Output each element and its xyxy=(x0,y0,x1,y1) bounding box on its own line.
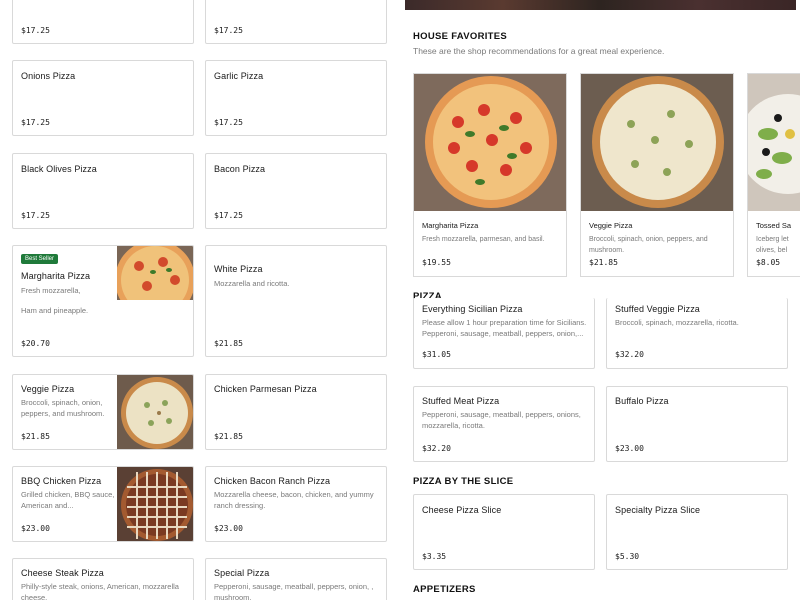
item-price: $17.25 xyxy=(214,118,243,127)
pizza-image xyxy=(581,74,733,211)
house-favorites-subtitle: These are the shop recommendations for a… xyxy=(413,46,665,56)
item-name: Chicken Parmesan Pizza xyxy=(214,384,317,394)
item-price: $17.25 xyxy=(214,211,243,220)
menu-item-card[interactable]: $17.25 xyxy=(205,0,387,44)
item-name: BBQ Chicken Pizza xyxy=(21,476,102,486)
pizza-thumbnail xyxy=(117,467,193,541)
item-description: Pepperoni, sausage, meatball, peppers, o… xyxy=(214,582,374,600)
item-price: $31.05 xyxy=(422,350,451,359)
menu-item-card[interactable]: $17.25 xyxy=(12,0,194,44)
item-price: $21.85 xyxy=(214,339,243,348)
item-price: $23.00 xyxy=(615,444,644,453)
pizza-thumbnail xyxy=(117,375,193,449)
item-name: Chicken Bacon Ranch Pizza xyxy=(214,476,331,486)
item-description: Grilled chicken, BBQ sauce, American and… xyxy=(21,490,115,510)
menu-item-card[interactable]: Special Pizza Pepperoni, sausage, meatba… xyxy=(205,558,387,600)
menu-item-card[interactable]: Buffalo Pizza $23.00 xyxy=(606,386,788,462)
item-description: Broccoli, spinach, onion, peppers, and m… xyxy=(589,236,708,254)
menu-item-card[interactable]: Stuffed Veggie Pizza Broccoli, spinach, … xyxy=(606,298,788,369)
item-price: $17.25 xyxy=(21,211,50,220)
pizza-image xyxy=(414,74,566,211)
item-description: Philly-style steak, onions, American, mo… xyxy=(21,582,179,600)
item-description: Mozzarella cheese, bacon, chicken, and y… xyxy=(214,490,374,510)
menu-item-card[interactable]: Chicken Bacon Ranch Pizza Mozzarella che… xyxy=(205,466,387,542)
item-price: $19.55 xyxy=(422,258,451,267)
item-price: $21.85 xyxy=(589,258,618,267)
menu-item-card[interactable]: Veggie Pizza Broccoli, spinach, onion, p… xyxy=(12,374,194,450)
menu-item-card[interactable]: Chicken Parmesan Pizza $21.85 xyxy=(205,374,387,450)
item-name: Margharita Pizza xyxy=(21,271,91,281)
favorite-card[interactable]: Tossed Sa Iceberg let olives, bel $8.05 xyxy=(747,73,800,277)
item-description: Fresh mozzarella, xyxy=(21,286,81,295)
item-name: Cheese Steak Pizza xyxy=(21,568,104,578)
item-price: $17.25 xyxy=(21,26,50,35)
house-favorites-heading: HOUSE FAVORITES xyxy=(413,31,508,42)
item-description: Ham and pineapple. xyxy=(21,306,89,315)
item-price: $3.35 xyxy=(422,552,447,561)
item-description: Broccoli, spinach, mozzarella, ricotta. xyxy=(615,318,739,327)
slice-section-heading: PIZZA BY THE SLICE xyxy=(413,476,514,487)
appetizers-section-heading: APPETIZERS xyxy=(413,584,476,595)
item-name: Tossed Sa xyxy=(756,221,792,230)
favorite-card[interactable]: Margharita Pizza Fresh mozzarella, parme… xyxy=(413,73,567,277)
favorite-card[interactable]: Veggie Pizza Broccoli, spinach, onion, p… xyxy=(580,73,734,277)
item-description: Please allow 1 hour preparation time for… xyxy=(422,318,587,338)
item-price: $5.30 xyxy=(615,552,640,561)
best-seller-badge: Best Seller xyxy=(21,254,59,264)
item-price: $32.20 xyxy=(615,350,644,359)
item-description: Pepperoni, sausage, meatball, peppers, o… xyxy=(422,410,581,430)
menu-item-card[interactable]: Onions Pizza $17.25 xyxy=(12,60,194,136)
menu-item-card[interactable]: BBQ Chicken Pizza Grilled chicken, BBQ s… xyxy=(12,466,194,542)
item-description: Mozzarella and ricotta. xyxy=(214,279,290,288)
menu-item-card[interactable]: Best Seller Margharita Pizza Fresh mozza… xyxy=(12,245,194,357)
item-name: Onions Pizza xyxy=(21,71,76,81)
menu-item-card[interactable]: White Pizza Mozzarella and ricotta. $21.… xyxy=(205,245,387,357)
item-price: $17.25 xyxy=(214,26,243,35)
hero-image xyxy=(405,0,796,10)
item-name: White Pizza xyxy=(214,264,263,274)
item-price: $8.05 xyxy=(756,258,781,267)
salad-image xyxy=(748,74,800,211)
item-price: $17.25 xyxy=(21,118,50,127)
menu-item-card[interactable]: Garlic Pizza $17.25 xyxy=(205,60,387,136)
item-name: Specialty Pizza Slice xyxy=(615,505,701,515)
menu-item-card[interactable]: Black Olives Pizza $17.25 xyxy=(12,153,194,229)
menu-item-card[interactable]: Stuffed Meat Pizza Pepperoni, sausage, m… xyxy=(413,386,595,462)
item-name: Garlic Pizza xyxy=(214,71,264,81)
item-price: $20.70 xyxy=(21,339,50,348)
menu-item-card[interactable]: Cheese Steak Pizza Philly-style steak, o… xyxy=(12,558,194,600)
item-name: Everything Sicilian Pizza xyxy=(422,304,523,314)
item-name: Margharita Pizza xyxy=(422,221,479,230)
item-price: $21.85 xyxy=(214,432,243,441)
item-price: $23.00 xyxy=(21,524,50,533)
item-name: Veggie Pizza xyxy=(21,384,75,394)
item-name: Veggie Pizza xyxy=(589,221,633,230)
menu-item-card[interactable]: Bacon Pizza $17.25 xyxy=(205,153,387,229)
item-name: Buffalo Pizza xyxy=(615,396,669,406)
item-price: $21.85 xyxy=(21,432,50,441)
item-name: Special Pizza xyxy=(214,568,270,578)
item-name: Bacon Pizza xyxy=(214,164,266,174)
pizza-thumbnail xyxy=(117,246,193,300)
item-name: Stuffed Meat Pizza xyxy=(422,396,500,406)
item-price: $32.20 xyxy=(422,444,451,453)
menu-item-card[interactable]: Cheese Pizza Slice $3.35 xyxy=(413,494,595,570)
item-name: Stuffed Veggie Pizza xyxy=(615,304,700,314)
item-description: Fresh mozzarella, parmesan, and basil. xyxy=(422,236,545,243)
menu-item-card[interactable]: Everything Sicilian Pizza Please allow 1… xyxy=(413,298,595,369)
item-name: Black Olives Pizza xyxy=(21,164,97,174)
item-description: Iceberg let olives, bel xyxy=(756,236,789,254)
item-name: Cheese Pizza Slice xyxy=(422,505,502,515)
item-price: $23.00 xyxy=(214,524,243,533)
item-description: Broccoli, spinach, onion, peppers, and m… xyxy=(21,398,105,418)
menu-item-card[interactable]: Specialty Pizza Slice $5.30 xyxy=(606,494,788,570)
